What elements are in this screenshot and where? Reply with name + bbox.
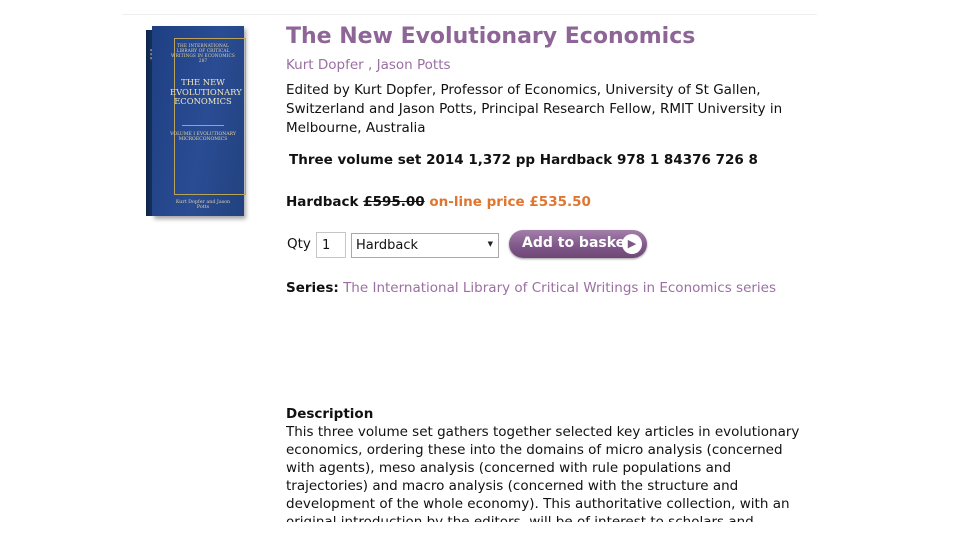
top-divider [122,14,817,15]
price-format-label: Hardback [286,194,359,210]
description-heading: Description [286,406,374,422]
volume-info: Three volume set 2014 1,372 pp Hardback … [289,152,758,168]
editors-description: Edited by Kurt Dopfer, Professor of Econ… [286,82,783,136]
book-cover-image[interactable]: ▮ ▮ ▮ THE INTERNATIONAL LIBRARY OF CRITICA… [146,26,246,218]
price-line: Hardback £595.00 on-line price £535.50 [286,194,591,210]
series-line: Series: The International Library of Cri… [286,280,776,296]
format-select-value: Hardback [356,238,419,253]
qty-label: Qty [287,236,311,252]
old-price: £595.00 [363,194,425,210]
author-link-dopfer[interactable]: Kurt Dopfer [286,57,364,73]
description-text: This three volume set gathers together s… [286,424,800,522]
book-rule [182,125,224,126]
add-to-basket-label: Add to basket [522,235,632,251]
series-label: Series: [286,280,339,296]
book-cover-title: THE NEW EVOLUTIONARY ECONOMICS [170,77,242,106]
series-link[interactable]: The International Library of Critical Wr… [343,280,776,296]
description-section: Description This three volume set gather… [286,405,806,522]
add-to-basket-button[interactable]: Add to basket ▶ [509,230,647,258]
format-select[interactable]: Hardback ▼ [351,233,499,258]
author-separator: , [363,57,377,73]
chevron-right-icon: ▶ [622,234,642,254]
book-volume-text: VOLUME I EVOLUTIONARY MICROECONOMICS [170,132,236,143]
book-cover-author: Kurt Dopfer and Jason Potts [175,200,231,210]
authors-line: Kurt Dopfer , Jason Potts [286,57,451,73]
author-link-potts[interactable]: Jason Potts [377,57,451,73]
qty-input[interactable] [316,232,346,258]
product-title: The New Evolutionary Economics [286,24,696,49]
online-price: on-line price £535.50 [429,194,591,210]
book-series-text: THE INTERNATIONAL LIBRARY OF CRITICAL WR… [171,44,235,64]
dropdown-arrow-icon: ▼ [487,240,493,248]
